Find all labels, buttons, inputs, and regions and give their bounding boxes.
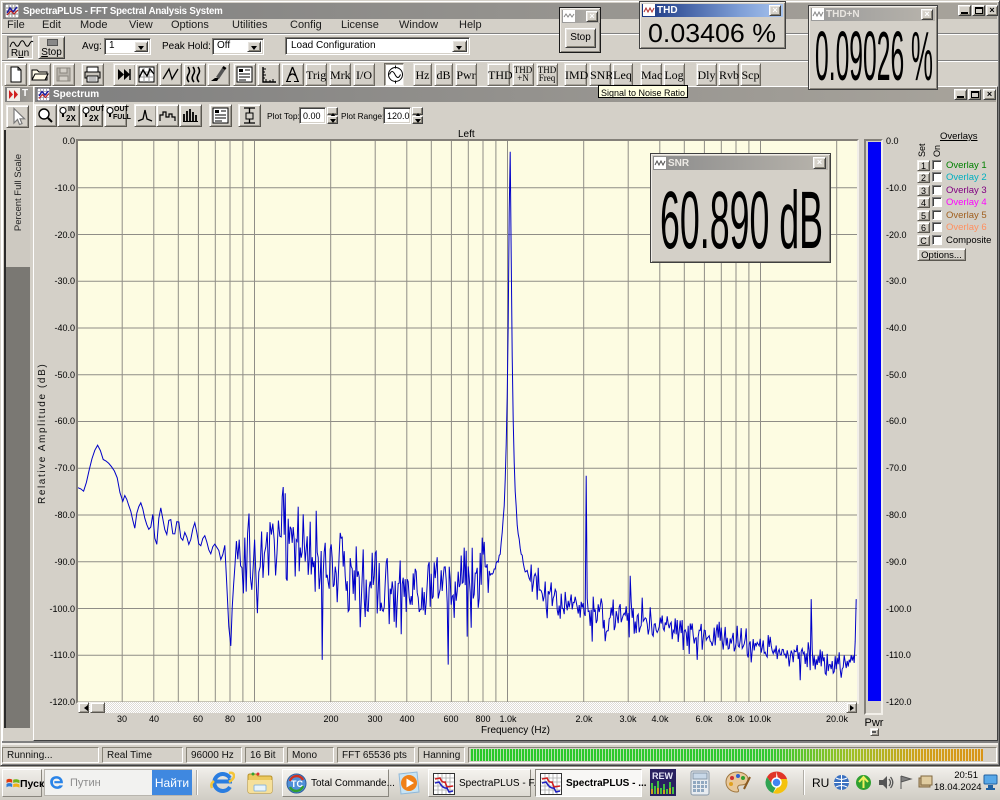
- svg-text:60.890 dB: 60.890 dB: [660, 175, 823, 262]
- svg-text:REW: REW: [652, 771, 674, 781]
- svg-text:0.03406 %: 0.03406 %: [648, 18, 776, 48]
- svg-text:TC: TC: [291, 779, 303, 789]
- svg-text:0.09026 %: 0.09026 %: [815, 23, 933, 89]
